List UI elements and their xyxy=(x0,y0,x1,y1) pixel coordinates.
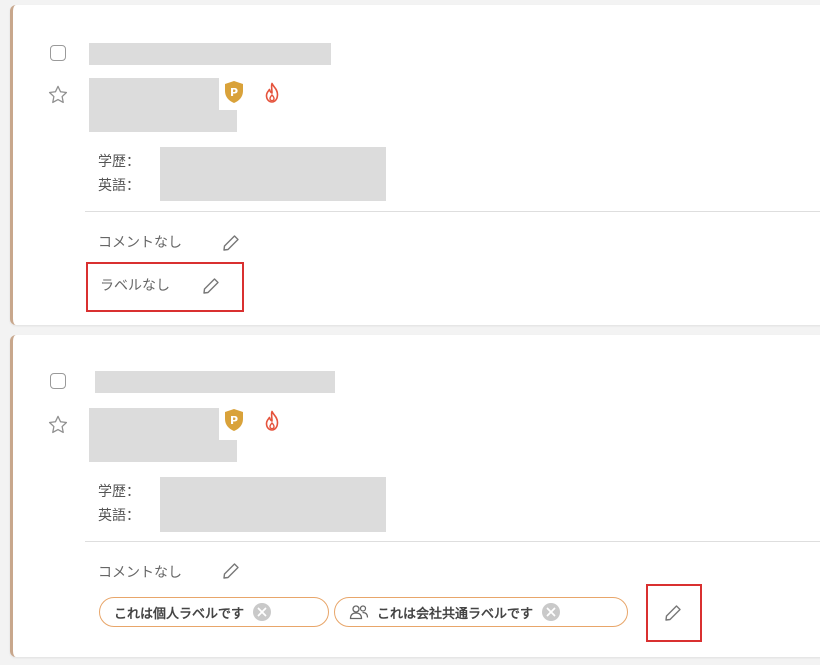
edit-comment-icon[interactable] xyxy=(221,233,241,253)
edit-label-icon[interactable] xyxy=(201,276,221,296)
remove-label-icon[interactable] xyxy=(252,602,272,622)
fire-icon xyxy=(265,82,279,103)
label-status: ラベルなし xyxy=(100,278,170,294)
candidate-card: P 学歴： 英語： コメントなし これは個人ラベルです これは会社共通ラベルです xyxy=(10,335,820,657)
label-chip-personal[interactable]: これは個人ラベルです xyxy=(99,597,329,627)
remove-label-icon[interactable] xyxy=(541,602,561,622)
fire-icon xyxy=(265,410,279,431)
premium-badge-icon: P xyxy=(225,409,243,431)
divider xyxy=(85,211,820,212)
select-checkbox[interactable] xyxy=(50,45,66,61)
edit-label-icon[interactable] xyxy=(663,603,683,623)
redacted-name xyxy=(89,43,331,65)
svg-text:P: P xyxy=(230,86,238,99)
people-icon xyxy=(349,605,369,620)
redacted-company xyxy=(89,440,237,462)
comment-status: コメントなし xyxy=(98,565,182,581)
label-chip-text: これは個人ラベルです xyxy=(114,606,245,622)
star-icon[interactable] xyxy=(47,84,69,106)
label-chip-company[interactable]: これは会社共通ラベルです xyxy=(334,597,628,627)
redacted-details xyxy=(160,477,386,532)
divider xyxy=(85,541,820,542)
english-label: 英語： xyxy=(98,508,140,524)
star-icon[interactable] xyxy=(47,414,69,436)
premium-badge-icon: P xyxy=(225,81,243,103)
redacted-company xyxy=(89,110,237,132)
redacted-name xyxy=(95,371,335,393)
edit-comment-icon[interactable] xyxy=(221,561,241,581)
comment-status: コメントなし xyxy=(98,235,182,251)
select-checkbox[interactable] xyxy=(50,373,66,389)
education-label: 学歴： xyxy=(98,484,140,500)
english-label: 英語： xyxy=(98,178,140,194)
svg-text:P: P xyxy=(230,414,238,427)
redacted-position xyxy=(89,408,219,440)
label-chip-text: これは会社共通ラベルです xyxy=(377,606,534,622)
redacted-position xyxy=(89,78,219,110)
redacted-details xyxy=(160,147,386,201)
candidate-card: P 学歴： 英語： コメントなし ラベルなし xyxy=(10,5,820,325)
education-label: 学歴： xyxy=(98,154,140,170)
